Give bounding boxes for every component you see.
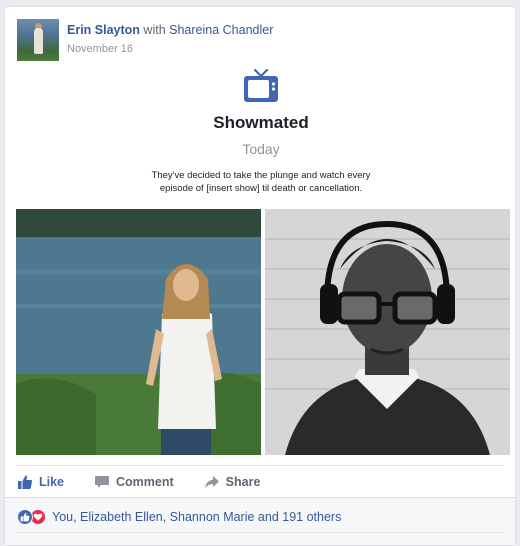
share-label: Share: [225, 474, 261, 489]
like-button[interactable]: Like: [17, 474, 64, 490]
comment-label: Comment: [116, 474, 174, 489]
activity-title: Showmated: [213, 113, 309, 132]
author-name[interactable]: Erin Slayton: [67, 23, 140, 37]
divider: [17, 532, 503, 533]
share-icon: [204, 475, 219, 488]
reactions-summary[interactable]: You, Elizabeth Ellen, Shannon Marie and …: [17, 509, 341, 525]
activity-subtitle: Today: [242, 141, 280, 157]
comment-button[interactable]: Comment: [94, 474, 174, 490]
photo-lake-woman[interactable]: [16, 209, 261, 455]
photo-headphones-woman[interactable]: [265, 209, 510, 455]
like-reaction-icon: [17, 509, 33, 525]
post-names: Erin Slayton with Shareina Chandler: [67, 23, 273, 37]
like-label: Like: [39, 474, 65, 489]
tagged-name[interactable]: Shareina Chandler: [169, 23, 273, 37]
reactions-text[interactable]: You, Elizabeth Ellen, Shannon Marie and …: [52, 510, 341, 524]
action-bar: Like Comment Share: [17, 465, 503, 497]
post-date[interactable]: November 16: [67, 43, 133, 55]
reactions-bar: You, Elizabeth Ellen, Shannon Marie and …: [5, 497, 515, 545]
author-avatar[interactable]: [17, 19, 59, 61]
post-card: Erin Slayton with Shareina Chandler Nove…: [4, 6, 516, 546]
comment-icon: [95, 475, 110, 488]
activity-description: They've decided to take the plunge and w…: [151, 170, 371, 194]
photo-grid: [16, 209, 510, 455]
activity-block: Showmated Today They've decided to take …: [5, 67, 517, 195]
with-word: with: [143, 23, 166, 37]
thumbs-up-icon: [18, 474, 33, 489]
post-header: Erin Slayton with Shareina Chandler Nove…: [17, 19, 497, 63]
tv-icon: [244, 68, 278, 102]
share-button[interactable]: Share: [204, 474, 261, 490]
